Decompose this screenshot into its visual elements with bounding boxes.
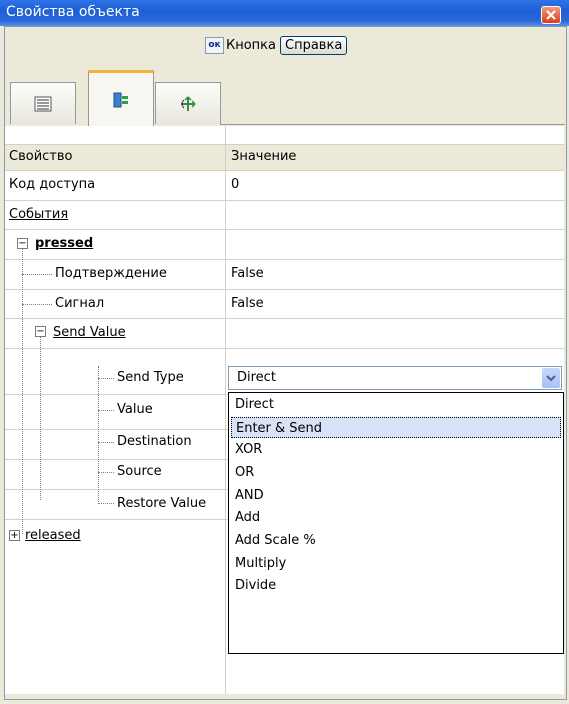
option-enter-send[interactable]: Enter & Send <box>231 417 561 438</box>
tab-properties-list[interactable] <box>10 82 76 124</box>
title-bar[interactable]: Свойства объекта <box>0 0 569 26</box>
row-divider <box>5 289 564 290</box>
option-add[interactable]: Add <box>231 507 561 528</box>
events-icon <box>113 92 128 107</box>
chevron-down-icon <box>546 375 556 382</box>
confirm-value[interactable]: False <box>231 266 264 281</box>
source-label[interactable]: Source <box>117 464 162 479</box>
send-type-dropdown-list: Direct Enter & Send XOR OR AND Add Add S… <box>228 392 564 654</box>
tree-line <box>98 442 114 443</box>
row-divider <box>5 229 564 230</box>
tree-line <box>98 410 114 411</box>
object-header: ок Кнопка Справка <box>205 34 348 56</box>
signal-value[interactable]: False <box>231 296 264 311</box>
help-button[interactable]: Справка <box>280 35 348 55</box>
row-divider <box>5 170 564 171</box>
restore-value-label[interactable]: Restore Value <box>117 496 206 511</box>
collapse-send-value-toggle[interactable]: − <box>35 326 46 337</box>
confirm-label[interactable]: Подтверждение <box>55 266 167 281</box>
close-icon <box>546 10 556 20</box>
option-multiply[interactable]: Multiply <box>231 553 561 574</box>
collapse-pressed-toggle[interactable]: − <box>17 238 28 249</box>
access-code-value[interactable]: 0 <box>231 177 239 192</box>
send-type-selected-value: Direct <box>237 370 276 385</box>
signal-label[interactable]: Сигнал <box>55 296 104 311</box>
object-properties-window: Свойства объекта ок Кнопка Справка Свойс… <box>0 0 569 704</box>
tree-line <box>98 378 114 379</box>
send-type-label[interactable]: Send Type <box>117 370 184 385</box>
option-direct[interactable]: Direct <box>231 394 561 415</box>
option-xor[interactable]: XOR <box>231 439 561 460</box>
object-name: Кнопка <box>226 37 277 53</box>
tree-line <box>40 337 41 500</box>
list-icon <box>34 96 52 111</box>
option-or[interactable]: OR <box>231 462 561 483</box>
header-property[interactable]: Свойство <box>9 149 72 164</box>
tab-strip-border <box>220 124 565 125</box>
row-divider <box>5 144 564 145</box>
close-button[interactable] <box>541 6 561 24</box>
expand-released-toggle[interactable]: + <box>9 530 20 541</box>
row-divider <box>5 348 564 349</box>
send-type-select[interactable]: Direct <box>228 366 562 390</box>
row-divider <box>5 200 564 201</box>
option-and[interactable]: AND <box>231 485 561 506</box>
send-value-label[interactable]: Send Value <box>53 325 126 340</box>
tab-events[interactable] <box>88 70 154 126</box>
dropdown-button[interactable] <box>542 368 560 388</box>
move-icon <box>181 95 196 111</box>
pressed-event-label[interactable]: pressed <box>35 236 93 251</box>
window-title: Свойства объекта <box>6 4 140 20</box>
option-divide[interactable]: Divide <box>231 575 561 596</box>
tree-line <box>22 304 52 305</box>
value-label[interactable]: Value <box>117 402 153 417</box>
tree-line <box>22 249 23 534</box>
row-divider <box>5 318 564 319</box>
tree-line <box>98 472 114 473</box>
column-divider[interactable] <box>225 126 226 694</box>
option-add-scale[interactable]: Add Scale % <box>231 530 561 551</box>
row-divider <box>5 259 564 260</box>
tree-line <box>98 366 99 502</box>
released-event-label[interactable]: released <box>25 528 81 543</box>
tree-line <box>98 503 114 504</box>
tab-animation[interactable] <box>155 82 221 124</box>
destination-label[interactable]: Destination <box>117 434 192 449</box>
access-code-label[interactable]: Код доступа <box>9 177 95 192</box>
tree-line <box>22 274 52 275</box>
ok-icon: ок <box>205 36 224 54</box>
header-value[interactable]: Значение <box>231 149 296 164</box>
events-label[interactable]: События <box>9 207 68 222</box>
